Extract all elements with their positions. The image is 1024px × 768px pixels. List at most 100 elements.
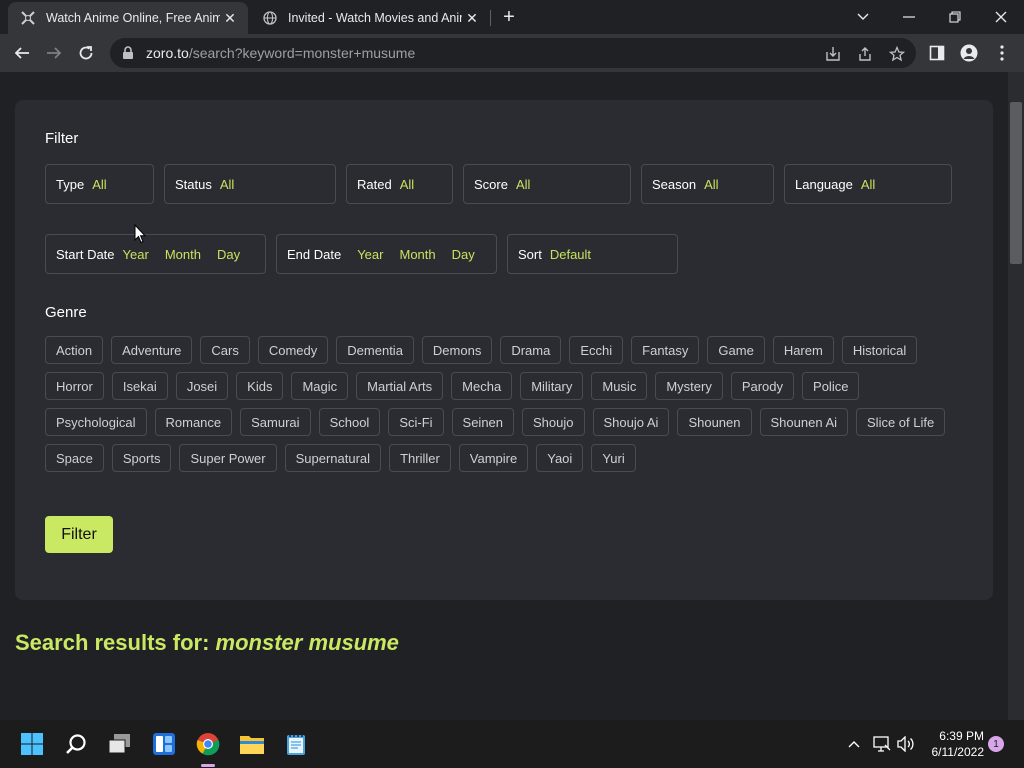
genre-chip[interactable]: Vampire: [458, 444, 529, 472]
scrollbar-thumb[interactable]: [1010, 102, 1022, 264]
minimize-icon[interactable]: [886, 0, 932, 34]
type-select[interactable]: Type All: [45, 164, 154, 204]
genre-chip[interactable]: Sci-Fi: [388, 408, 444, 436]
notepad-icon[interactable]: [280, 728, 312, 760]
back-arrow-icon[interactable]: [8, 39, 36, 67]
genre-chip[interactable]: Fantasy: [631, 336, 700, 364]
season-select[interactable]: Season All: [641, 164, 774, 204]
genre-chip[interactable]: Demons: [421, 336, 493, 364]
start-day-select[interactable]: Day: [217, 247, 240, 262]
widgets-icon[interactable]: [148, 728, 180, 760]
genre-chip[interactable]: Shoujo: [522, 408, 585, 436]
genre-chip[interactable]: Cars: [200, 336, 250, 364]
show-hidden-icons-chevron-icon[interactable]: [844, 734, 864, 754]
genre-chip[interactable]: Psychological: [45, 408, 147, 436]
close-tab-icon[interactable]: ✕: [220, 8, 240, 28]
profile-avatar-icon[interactable]: [959, 43, 979, 63]
close-window-icon[interactable]: [978, 0, 1024, 34]
windows-start-icon[interactable]: [16, 728, 48, 760]
zoro-favicon-icon: [20, 10, 36, 26]
search-icon[interactable]: [60, 728, 92, 760]
genre-chip[interactable]: Magic: [291, 372, 349, 400]
page-scrollbar[interactable]: [1008, 72, 1024, 720]
genre-chip[interactable]: Harem: [772, 336, 834, 364]
genre-chip[interactable]: Martial Arts: [356, 372, 444, 400]
genre-chip[interactable]: School: [318, 408, 381, 436]
sort-select[interactable]: Sort Default: [507, 234, 678, 274]
genre-chip[interactable]: Dementia: [336, 336, 414, 364]
more-menu-icon[interactable]: [992, 43, 1012, 63]
genre-chip[interactable]: Police: [802, 372, 860, 400]
lock-icon[interactable]: [122, 46, 136, 60]
genre-chip[interactable]: Sports: [111, 444, 172, 472]
genre-chip[interactable]: Romance: [154, 408, 233, 436]
genre-chip[interactable]: Horror: [45, 372, 104, 400]
genre-chip[interactable]: Mystery: [655, 372, 723, 400]
filter-submit-button[interactable]: Filter: [45, 516, 113, 553]
tab-invited[interactable]: Invited - Watch Movies and Anim ✕: [250, 2, 490, 34]
tab-zoro[interactable]: Watch Anime Online, Free Anime ✕: [8, 2, 248, 34]
genre-chip[interactable]: Supernatural: [284, 444, 382, 472]
genre-chip[interactable]: Yaoi: [536, 444, 584, 472]
new-tab-button[interactable]: +: [498, 6, 520, 28]
genre-chip[interactable]: Thriller: [389, 444, 451, 472]
genre-chip[interactable]: Yuri: [591, 444, 636, 472]
reload-icon[interactable]: [72, 39, 100, 67]
genre-chip[interactable]: Josei: [175, 372, 229, 400]
start-date-label: Start Date: [56, 246, 115, 262]
restore-icon[interactable]: [932, 0, 978, 34]
genre-chip[interactable]: Super Power: [179, 444, 277, 472]
end-year-select[interactable]: Year: [357, 247, 383, 262]
start-month-select[interactable]: Month: [165, 247, 201, 262]
genre-chip[interactable]: Ecchi: [569, 336, 624, 364]
genre-chip[interactable]: Isekai: [111, 372, 168, 400]
status-label: Status: [175, 176, 212, 192]
genre-chip[interactable]: Shounen Ai: [759, 408, 849, 436]
task-view-icon[interactable]: [104, 728, 136, 760]
chrome-icon[interactable]: [192, 728, 224, 760]
genre-chip[interactable]: Drama: [500, 336, 562, 364]
genre-chip[interactable]: Action: [45, 336, 104, 364]
genre-chip[interactable]: Comedy: [257, 336, 329, 364]
genre-chip[interactable]: Historical: [841, 336, 918, 364]
genre-chip[interactable]: Shounen: [677, 408, 752, 436]
genre-chip[interactable]: Parody: [730, 372, 795, 400]
file-explorer-icon[interactable]: [236, 728, 268, 760]
genre-chip[interactable]: Shoujo Ai: [592, 408, 670, 436]
language-select[interactable]: Language All: [784, 164, 952, 204]
start-year-select[interactable]: Year: [123, 247, 149, 262]
genre-row: Psychological Romance Samurai School Sci…: [45, 408, 946, 436]
genre-chip[interactable]: Space: [45, 444, 104, 472]
rated-select[interactable]: Rated All: [346, 164, 453, 204]
end-date-select[interactable]: End Date Year Month Day: [276, 234, 497, 274]
genre-chip[interactable]: Mecha: [451, 372, 513, 400]
genre-chip[interactable]: Samurai: [240, 408, 311, 436]
status-select[interactable]: Status All: [164, 164, 336, 204]
sort-value: Default: [549, 246, 592, 262]
install-app-icon[interactable]: [824, 45, 842, 63]
genre-chip[interactable]: Kids: [236, 372, 284, 400]
genre-chip[interactable]: Game: [707, 336, 765, 364]
end-day-select[interactable]: Day: [452, 247, 475, 262]
genre-chip[interactable]: Slice of Life: [856, 408, 946, 436]
address-bar[interactable]: zoro.to/search?keyword=monster+musume: [110, 38, 916, 68]
end-month-select[interactable]: Month: [399, 247, 435, 262]
bookmark-star-icon[interactable]: [888, 45, 906, 63]
forward-arrow-icon[interactable]: [40, 39, 68, 67]
genre-chip[interactable]: Seinen: [451, 408, 515, 436]
taskbar-clock[interactable]: 6:39 PM 6/11/2022: [912, 728, 985, 760]
score-select[interactable]: Score All: [463, 164, 631, 204]
share-icon[interactable]: [856, 45, 874, 63]
close-tab-icon[interactable]: ✕: [462, 8, 482, 28]
sort-label: Sort: [518, 246, 542, 262]
url-host: zoro.to: [146, 45, 189, 61]
genre-chip[interactable]: Military: [520, 372, 584, 400]
network-icon[interactable]: [872, 734, 892, 754]
genre-chip[interactable]: Music: [591, 372, 648, 400]
notification-badge[interactable]: 1: [988, 736, 1004, 752]
page-content: Filter Type All Status All Rated All Sco…: [0, 72, 1008, 720]
tab-search-chevron-icon[interactable]: [840, 0, 886, 34]
start-date-select[interactable]: Start Date Year Month Day: [45, 234, 266, 274]
genre-chip[interactable]: Adventure: [111, 336, 193, 364]
side-panel-icon[interactable]: [927, 43, 947, 63]
